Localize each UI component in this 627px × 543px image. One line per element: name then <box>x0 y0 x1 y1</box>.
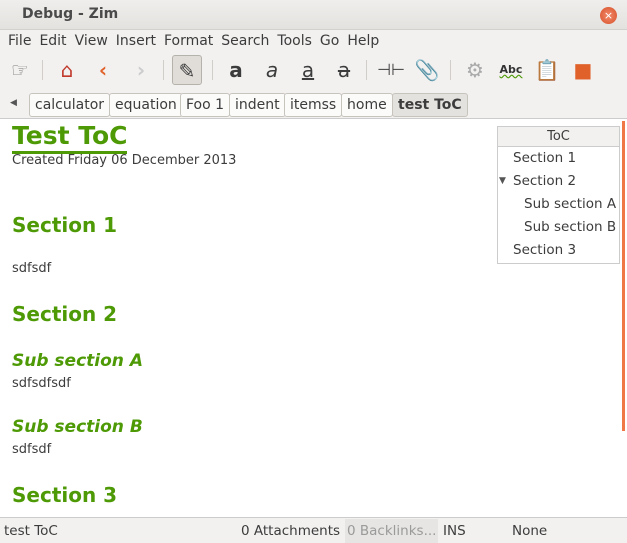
expander-icon[interactable]: ▼ <box>499 170 506 193</box>
menu-help[interactable]: Help <box>347 30 385 52</box>
menu-file[interactable]: File <box>8 30 37 52</box>
separator <box>42 60 43 80</box>
menu-tools[interactable]: Tools <box>277 30 318 52</box>
title-bar: Debug - Zim × <box>0 0 627 30</box>
status-page: test ToC <box>4 523 58 539</box>
scrollbar[interactable] <box>622 121 625 431</box>
edit-pencil-icon[interactable]: ✎ <box>172 55 202 85</box>
forward-icon[interactable]: › <box>126 55 156 85</box>
paragraph: sdfsdf <box>12 442 52 457</box>
home-icon[interactable]: ⌂ <box>52 55 82 85</box>
menu-bar: File Edit View Insert Format Search Tool… <box>0 30 627 52</box>
heading-sub-section-b: Sub section B <box>12 417 143 437</box>
pathbar-item[interactable]: indent <box>229 93 286 117</box>
toc-header[interactable]: ToC <box>498 127 619 147</box>
separator <box>163 60 164 80</box>
window-title: Debug - Zim <box>22 6 119 22</box>
pathbar-item[interactable]: Foo 1 <box>180 93 231 117</box>
paragraph: sdfsdfsdf <box>12 376 71 391</box>
toolbar: ☞ ⌂ ‹ › ✎ a a a a ⊣⊢ 📎 ⚙ Abc 📋 ■ <box>0 52 627 88</box>
link-icon[interactable]: ⊣⊢ <box>376 55 406 85</box>
strikethrough-icon[interactable]: a <box>329 55 359 85</box>
scroll-left-icon[interactable]: ◀ <box>10 98 17 108</box>
pathbar-item-current[interactable]: test ToC <box>392 93 468 117</box>
close-button[interactable]: × <box>600 7 617 24</box>
heading-section-3: Section 3 <box>12 483 118 507</box>
heading-section-2: Section 2 <box>12 302 118 326</box>
paragraph: sdfsdf <box>12 261 52 276</box>
spellcheck-icon[interactable]: Abc <box>496 55 526 85</box>
path-bar: ◀ calculator equation Foo 1 indent items… <box>0 90 627 118</box>
menu-format[interactable]: Format <box>164 30 219 52</box>
menu-edit[interactable]: Edit <box>39 30 72 52</box>
toc-item[interactable]: Section 3 <box>498 239 619 262</box>
pathbar-item[interactable]: home <box>341 93 393 117</box>
bold-icon[interactable]: a <box>221 55 251 85</box>
toc-item-label: Section 2 <box>513 173 577 189</box>
index-page-icon[interactable]: ☞ <box>5 55 35 85</box>
clipboard-icon[interactable]: 📋 <box>532 55 562 85</box>
page-editor[interactable]: Test ToC Created Friday 06 December 2013… <box>0 118 627 518</box>
heading-sub-section-a: Sub section A <box>12 351 143 371</box>
separator <box>366 60 367 80</box>
status-backlinks[interactable]: 0 Backlinks... <box>345 519 439 543</box>
menu-view[interactable]: View <box>75 30 114 52</box>
menu-insert[interactable]: Insert <box>116 30 162 52</box>
toc-item[interactable]: ▼ Section 2 <box>498 170 619 193</box>
pathbar-item[interactable]: itemss <box>284 93 343 117</box>
menu-search[interactable]: Search <box>221 30 275 52</box>
toc-item[interactable]: Sub section B <box>498 216 619 239</box>
folder-icon[interactable]: ■ <box>568 55 598 85</box>
created-date: Created Friday 06 December 2013 <box>12 153 237 168</box>
attachment-icon[interactable]: 📎 <box>412 55 442 85</box>
status-attachments[interactable]: 0 Attachments <box>241 519 340 543</box>
status-style[interactable]: None <box>512 519 547 543</box>
pathbar-item[interactable]: equation <box>109 93 183 117</box>
status-bar: test ToC 0 Attachments 0 Backlinks... IN… <box>0 519 627 543</box>
gears-icon[interactable]: ⚙ <box>460 55 490 85</box>
status-insert-mode: INS <box>443 523 466 539</box>
toc-item[interactable]: Sub section A <box>498 193 619 216</box>
back-icon[interactable]: ‹ <box>88 55 118 85</box>
pathbar-item[interactable]: calculator <box>29 93 111 117</box>
italic-icon[interactable]: a <box>257 55 287 85</box>
separator <box>212 60 213 80</box>
toc-item[interactable]: Section 1 <box>498 147 619 170</box>
heading-section-1: Section 1 <box>12 213 118 237</box>
page-title: Test ToC <box>12 121 128 154</box>
menu-go[interactable]: Go <box>320 30 345 52</box>
separator <box>450 60 451 80</box>
underline-icon[interactable]: a <box>293 55 323 85</box>
toc-widget: ToC Section 1 ▼ Section 2 Sub section A S… <box>497 126 620 264</box>
